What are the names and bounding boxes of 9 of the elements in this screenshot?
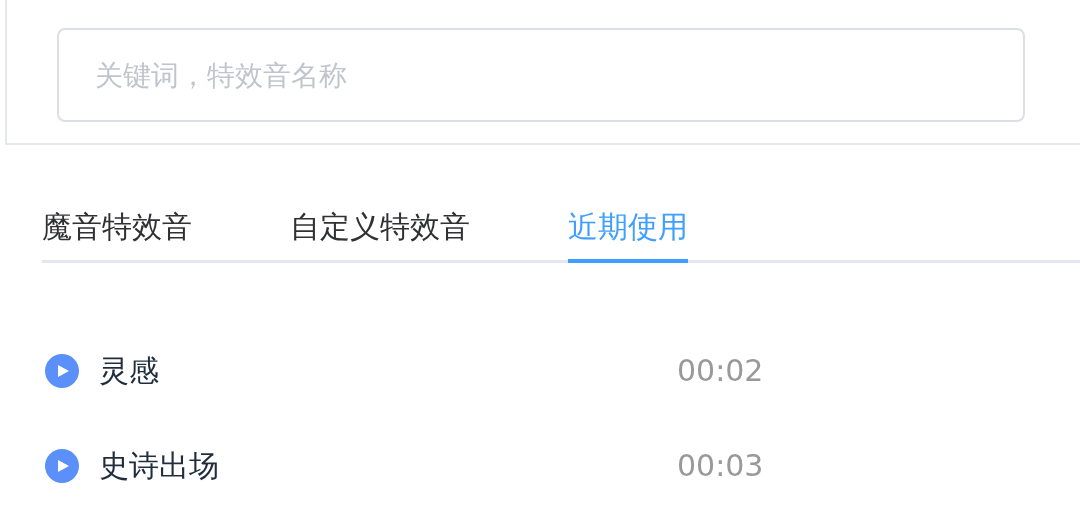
play-icon[interactable]	[45, 448, 79, 483]
sound-name: 灵感	[99, 352, 160, 390]
sound-name: 史诗出场	[99, 447, 220, 485]
tab[interactable]: 自定义特效音	[290, 209, 470, 263]
search-field[interactable]: 关键词，特效音名称	[57, 28, 1025, 122]
duration: 00:02	[677, 352, 764, 390]
tab[interactable]: 魔音特效音	[42, 209, 192, 263]
play-icon[interactable]	[45, 353, 79, 388]
duration: 00:03	[677, 447, 764, 485]
